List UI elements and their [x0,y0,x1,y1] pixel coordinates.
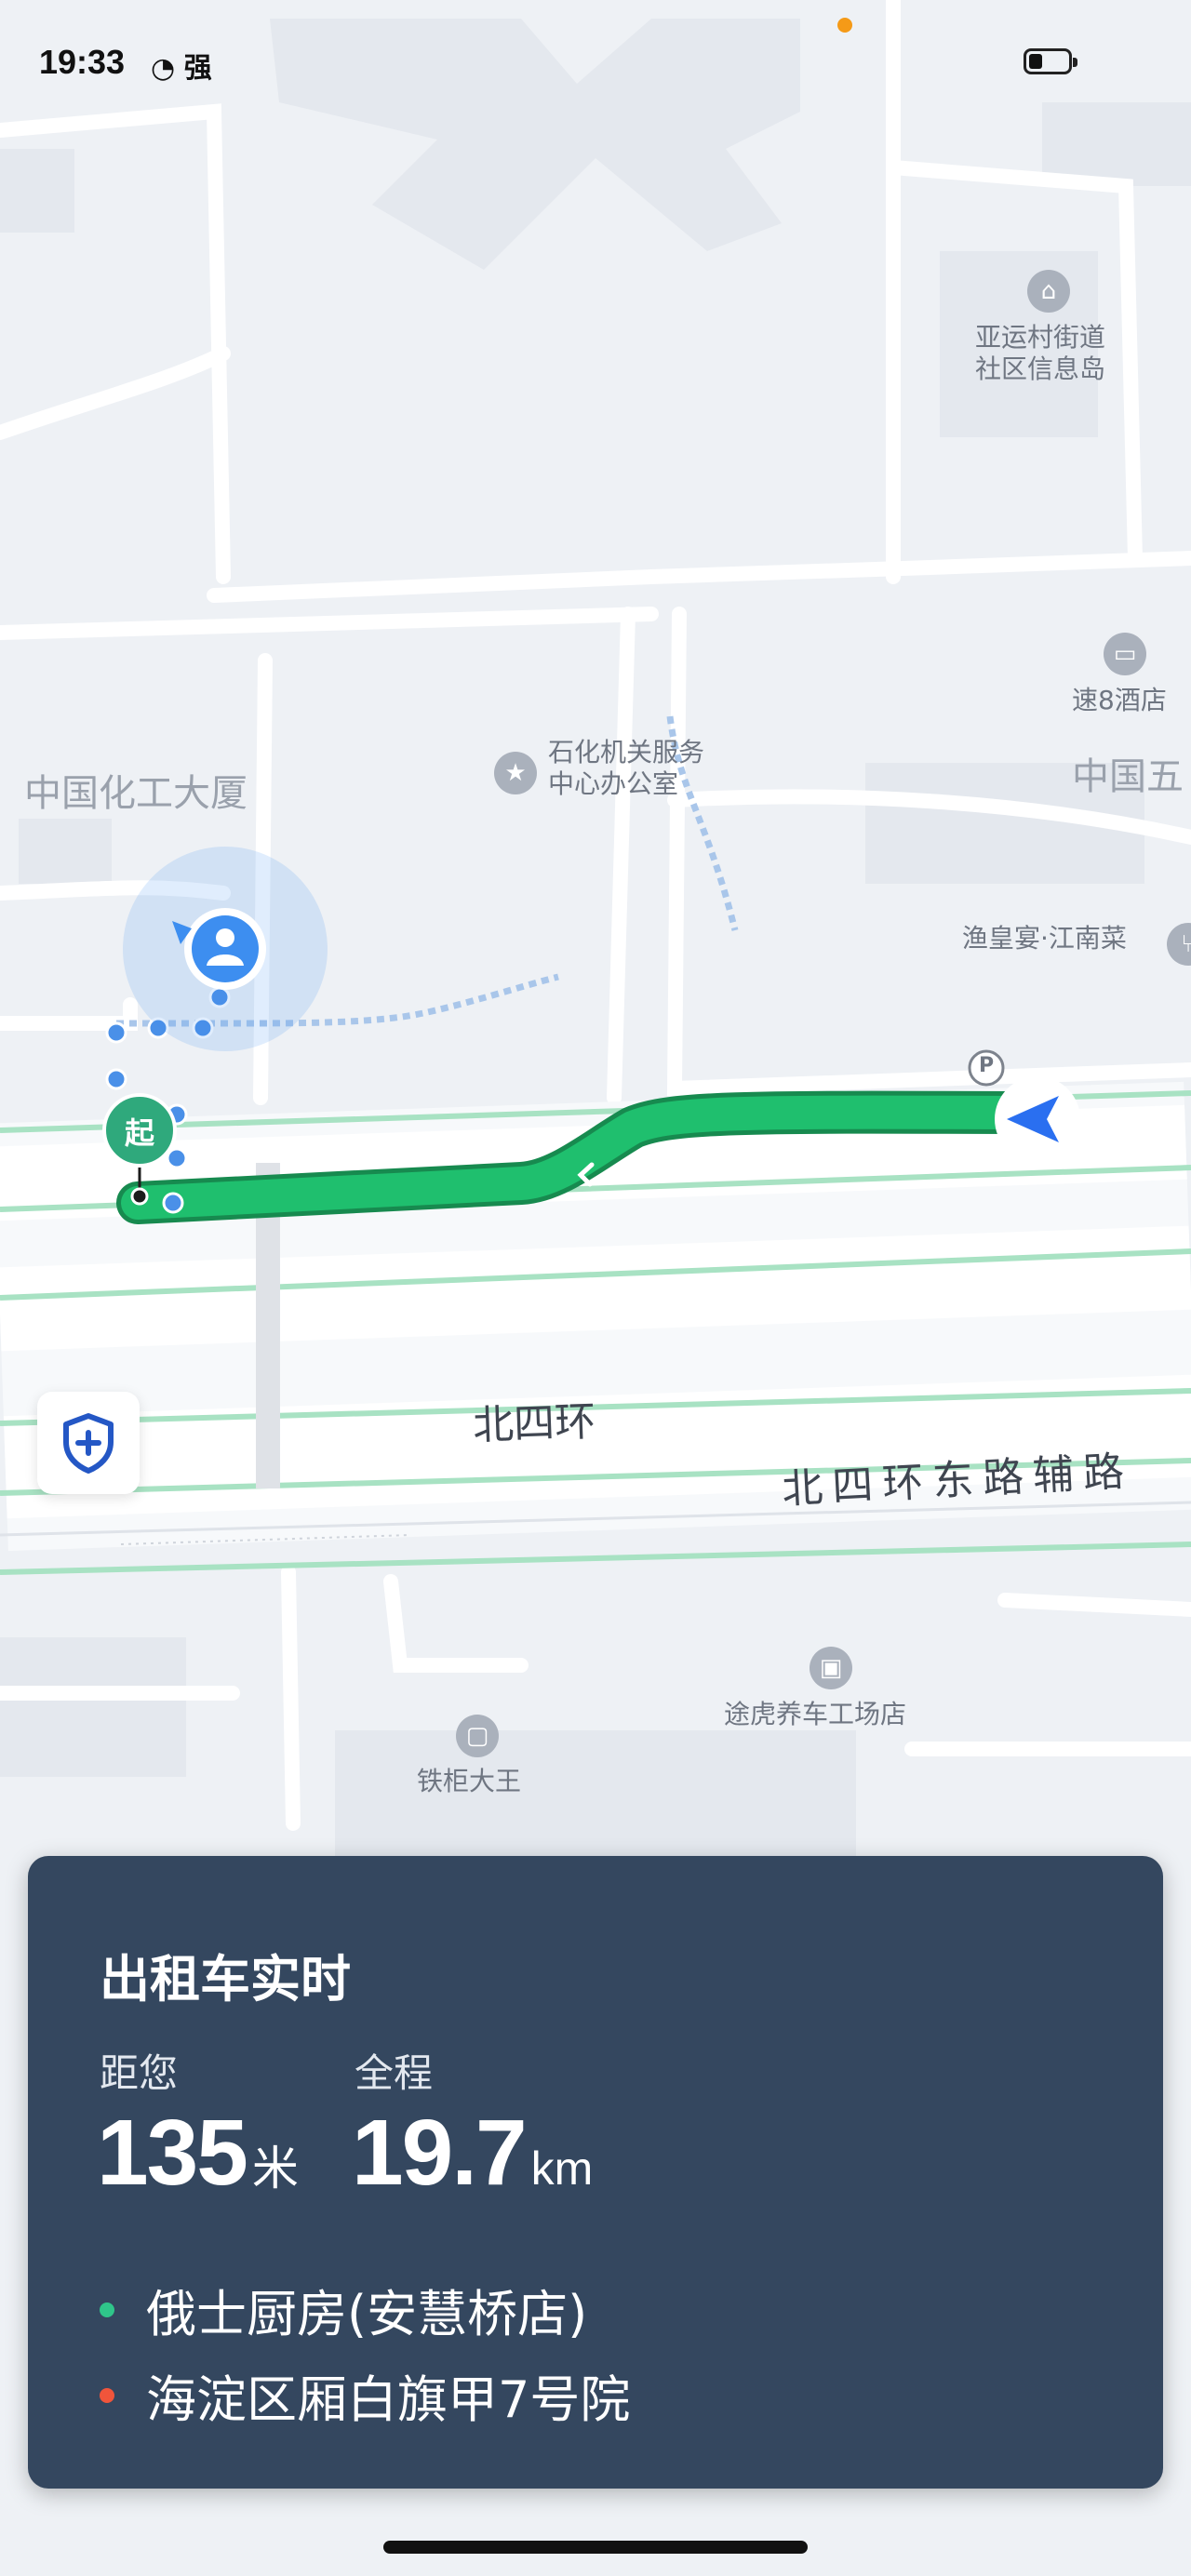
battery-fill [1029,54,1042,69]
parking-marker-label: P [978,1054,995,1077]
vehicle-location [995,1076,1080,1162]
total-value: 19.7 km [352,2100,593,2207]
distance-label: 距您 [100,2050,179,2096]
total-unit: km [530,2142,594,2195]
poi-label: 中国五 [1072,755,1184,798]
star-icon: ★ [494,752,537,794]
road-label: 北四环 [472,1397,597,1450]
ride-info-card: 出租车实时 距您 135 米 全程 19.7 km 俄士厨房(安慧桥店) 海淀区厢白… [28,1856,1163,2489]
start-place-dot [100,2302,114,2317]
total-number: 19.7 [352,2101,528,2205]
network-icon: ◔ [151,52,176,85]
total-label: 全程 [355,2050,434,2096]
info-kiosk-icon: ⌂ [1027,270,1070,313]
distance-number: 135 [97,2101,248,2205]
hotel-bed-icon: ▭ [1104,633,1146,675]
start-place-name: 俄士厨房(安慧桥店) [146,2285,588,2343]
battery-icon [1024,48,1077,74]
signal-strength-label: 强 [183,52,212,85]
end-place-name: 海淀区厢白旗甲7号院 [146,2370,631,2429]
poi-label[interactable]: 铁柜大王 [417,1766,521,1797]
user-location [123,847,328,1051]
home-indicator[interactable] [383,2541,808,2554]
poi-label[interactable]: 途虎养车工场店 [724,1699,906,1730]
distance-unit: 米 [251,2142,299,2195]
poi-label[interactable]: 渔皇宴·江南菜 [962,923,1127,954]
poi-label[interactable]: 亚运村街道 社区信息岛 [975,322,1105,385]
car-service-icon: ▣ [810,1647,852,1689]
lock-store-icon: ▢ [456,1715,499,1757]
orange-privacy-dot [837,18,852,33]
safety-button[interactable] [37,1392,140,1494]
card-title: 出租车实时 [100,1950,351,2009]
poi-label: 中国化工大厦 [24,772,248,815]
end-place-row: 海淀区厢白旗甲7号院 [100,2358,630,2432]
status-time: 19:33 [39,43,126,81]
poi-label[interactable]: 速8酒店 [1072,685,1167,716]
shield-plus-icon [63,1413,114,1474]
end-place-dot [100,2387,114,2403]
distance-value: 135 米 [97,2100,299,2207]
start-marker-label: 起 [124,1115,154,1151]
status-signal: ◔ 强 [151,45,212,86]
start-place-row: 俄士厨房(安慧桥店) [100,2273,587,2346]
poi-label[interactable]: 石化机关服务 中心办公室 [548,737,704,800]
